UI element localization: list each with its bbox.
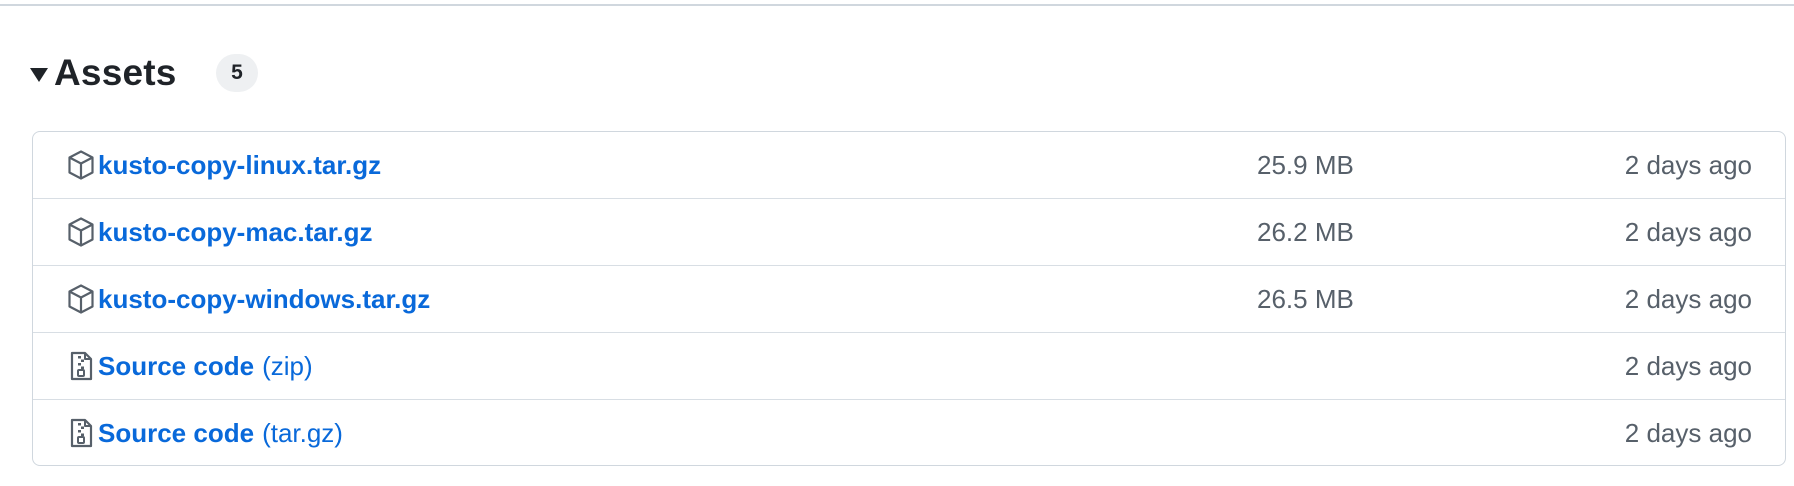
asset-row: Source code (zip) 2 days ago bbox=[33, 333, 1785, 400]
file-zip-icon bbox=[67, 350, 95, 382]
asset-download-link[interactable]: kusto-copy-windows.tar.gz bbox=[98, 281, 430, 317]
asset-timestamp: 2 days ago bbox=[1624, 417, 1752, 448]
asset-row: Source code (tar.gz) 2 days ago bbox=[33, 400, 1785, 465]
assets-list: kusto-copy-linux.tar.gz 25.9 MB 2 days a… bbox=[32, 131, 1786, 466]
asset-timestamp: 2 days ago bbox=[1624, 216, 1752, 247]
asset-name: kusto-copy-linux.tar.gz bbox=[98, 149, 382, 180]
file-zip-icon bbox=[67, 417, 95, 449]
package-icon bbox=[67, 216, 95, 248]
asset-name: kusto-copy-mac.tar.gz bbox=[98, 216, 373, 247]
asset-download-link[interactable]: kusto-copy-linux.tar.gz bbox=[98, 147, 381, 183]
asset-timestamp: 2 days ago bbox=[1624, 283, 1752, 314]
asset-size: 26.5 MB bbox=[1257, 283, 1354, 314]
asset-row: kusto-copy-windows.tar.gz 26.5 MB 2 days… bbox=[33, 266, 1785, 333]
asset-row: kusto-copy-linux.tar.gz 25.9 MB 2 days a… bbox=[33, 132, 1785, 199]
triangle-down-icon[interactable] bbox=[30, 68, 48, 82]
top-divider bbox=[0, 4, 1794, 6]
asset-name: Source code bbox=[98, 417, 255, 448]
package-icon bbox=[67, 149, 95, 181]
asset-name: kusto-copy-windows.tar.gz bbox=[98, 283, 431, 314]
assets-title[interactable]: Assets bbox=[54, 52, 177, 94]
assets-section-header[interactable]: Assets bbox=[30, 50, 177, 96]
asset-name: Source code bbox=[98, 350, 255, 381]
asset-row: kusto-copy-mac.tar.gz 26.2 MB 2 days ago bbox=[33, 199, 1785, 266]
asset-timestamp: 2 days ago bbox=[1624, 149, 1752, 180]
asset-download-link[interactable]: Source code (zip) bbox=[98, 348, 313, 384]
asset-size: 26.2 MB bbox=[1257, 216, 1354, 247]
asset-timestamp: 2 days ago bbox=[1624, 350, 1752, 381]
asset-download-link[interactable]: kusto-copy-mac.tar.gz bbox=[98, 214, 373, 250]
asset-format: (tar.gz) bbox=[262, 417, 343, 448]
assets-count-badge: 5 bbox=[216, 54, 258, 92]
asset-download-link[interactable]: Source code (tar.gz) bbox=[98, 415, 343, 451]
asset-format: (zip) bbox=[262, 350, 313, 381]
package-icon bbox=[67, 283, 95, 315]
asset-size: 25.9 MB bbox=[1257, 149, 1354, 180]
